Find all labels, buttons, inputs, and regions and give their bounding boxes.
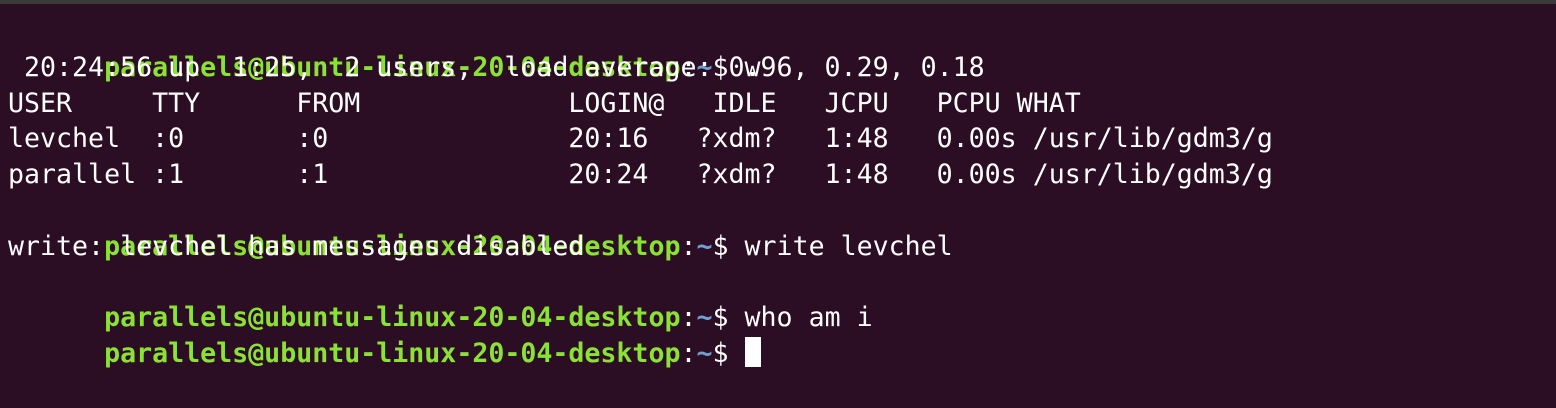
text-cursor [744, 337, 761, 368]
terminal-screen[interactable]: parallels@ubuntu-linux-20-04-desktop:~$ … [8, 14, 1548, 369]
command-line: parallels@ubuntu-linux-20-04-desktop:~$ … [8, 193, 1548, 262]
prompt-user-host: parallels@ubuntu-linux-20-04-desktop [104, 302, 681, 334]
terminal-window[interactable]: parallels@ubuntu-linux-20-04-desktop:~$ … [0, 0, 1556, 408]
output-table-header: USER TTY FROM LOGIN@ IDLE JCPU PCPU WHAT [8, 87, 1081, 119]
prompt-path: ~ [696, 230, 713, 262]
prompt-separator: : [680, 230, 697, 262]
output-table-row: parallel :1 :1 20:24 ?xdm? 1:48 0.00s /u… [8, 159, 1273, 191]
output-table-row: levchel :0 :0 20:16 ?xdm? 1:48 0.00s /us… [8, 123, 1273, 155]
prompt-path: ~ [696, 302, 713, 334]
prompt-user-host: parallels@ubuntu-linux-20-04-desktop [104, 338, 681, 370]
prompt-separator: : [680, 302, 697, 334]
prompt-symbol: $ [712, 338, 745, 370]
prompt-separator: : [680, 338, 697, 370]
command-line: parallels@ubuntu-linux-20-04-desktop:~$ … [8, 265, 1548, 333]
prompt-symbol: $ [712, 302, 745, 334]
prompt-symbol: $ [712, 230, 745, 262]
prompt-path: ~ [696, 338, 713, 370]
command-text: write levchel [744, 230, 953, 262]
command-text: who am i [744, 302, 873, 334]
output-uptime: 20:24:56 up 1:25, 2 users, load average:… [8, 51, 985, 83]
command-line: parallels@ubuntu-linux-20-04-desktop:~$ … [8, 14, 1548, 83]
